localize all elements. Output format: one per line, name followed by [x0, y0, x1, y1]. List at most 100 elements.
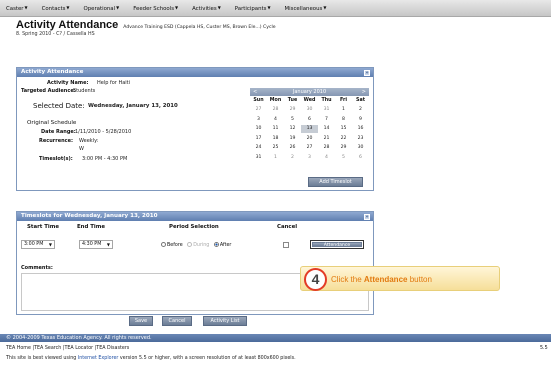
- calendar-dow: Wed: [303, 98, 316, 103]
- calendar-day[interactable]: 9: [352, 116, 369, 124]
- calendar-day[interactable]: 24: [250, 144, 267, 152]
- calendar-day[interactable]: 12: [284, 125, 301, 133]
- top-nav-bar: Caster▼ Contacts▼ Operational▼ Feeder Sc…: [0, 0, 551, 17]
- calendar-day[interactable]: 10: [250, 125, 267, 133]
- chevron-down-icon: ▼: [24, 4, 28, 10]
- radio-selected-icon: [213, 242, 219, 247]
- panel-title: Activity Attendance: [21, 69, 84, 75]
- col-end-time: End Time: [77, 224, 106, 230]
- calendar-day[interactable]: 3: [301, 154, 318, 162]
- original-schedule-label: Original Schedule: [27, 120, 77, 126]
- calendar-day[interactable]: 27: [301, 144, 318, 152]
- add-timeslot-button[interactable]: Add Timeslot: [308, 177, 363, 187]
- calendar-day[interactable]: 27: [250, 106, 267, 114]
- end-time-select[interactable]: 4:30 PM ▼: [79, 240, 113, 249]
- calendar-day[interactable]: 23: [352, 135, 369, 143]
- calendar-day[interactable]: 17: [250, 135, 267, 143]
- collapse-icon[interactable]: »: [364, 69, 370, 76]
- selected-date-value: Wednesday, January 13, 2010: [88, 103, 178, 109]
- calendar-day[interactable]: 28: [267, 106, 284, 114]
- calendar-day[interactable]: 7: [318, 116, 335, 124]
- internet-explorer-link[interactable]: Internet Explorer: [78, 356, 119, 361]
- calendar-day[interactable]: 8: [335, 116, 352, 124]
- calendar-day[interactable]: 18: [267, 135, 284, 143]
- nav-activities[interactable]: Activities▼: [192, 5, 221, 12]
- activity-name-value: Help for Haiti: [97, 80, 131, 86]
- nav-caster[interactable]: Caster▼: [6, 5, 28, 12]
- calendar-day[interactable]: 29: [284, 106, 301, 114]
- nav-operational[interactable]: Operational▼: [83, 5, 119, 12]
- calendar-month: January 2010: [292, 89, 327, 95]
- chevron-down-icon: ▼: [116, 4, 120, 10]
- calendar-day[interactable]: 5: [335, 154, 352, 162]
- calendar-day[interactable]: 11: [267, 125, 284, 133]
- nav-participants[interactable]: Participants▼: [235, 5, 271, 12]
- calendar-day[interactable]: 3: [250, 116, 267, 124]
- calendar-day[interactable]: 25: [267, 144, 284, 152]
- period-during-radio[interactable]: During: [187, 242, 209, 248]
- chevron-down-icon: ▼: [175, 4, 179, 10]
- chevron-down-icon: ▼: [323, 4, 327, 10]
- start-time-select[interactable]: 3:00 PM ▼: [21, 240, 55, 249]
- timeslots-value: 3:00 PM - 4:30 PM: [82, 156, 128, 162]
- title-detail: Advance Training ESD (Cappela HS, Custer…: [123, 25, 276, 30]
- nav-feeder-schools[interactable]: Feeder Schools▼: [133, 5, 178, 12]
- calendar-day[interactable]: 6: [352, 154, 369, 162]
- calendar-day[interactable]: 29: [335, 144, 352, 152]
- panel-header: Activity Attendance »: [17, 68, 373, 77]
- calendar-day[interactable]: 2: [284, 154, 301, 162]
- col-start-time: Start Time: [27, 224, 60, 230]
- calendar-day[interactable]: 5: [284, 116, 301, 124]
- calendar-dow: Thu: [321, 98, 332, 103]
- calendar-day[interactable]: 15: [335, 125, 352, 133]
- calendar-day[interactable]: 16: [352, 125, 369, 133]
- recurrence-day: W: [79, 146, 84, 152]
- calendar-day[interactable]: 1: [335, 106, 352, 114]
- timeslots-label: Timeslot(s):: [39, 156, 73, 162]
- period-radio-group: Before During After: [161, 242, 231, 248]
- cancel-checkbox[interactable]: [283, 242, 289, 248]
- footer-links[interactable]: TEA Home |TEA Search |TEA Locator |TEA D…: [6, 346, 129, 351]
- calendar-dow: Fri: [340, 98, 347, 103]
- activity-list-button[interactable]: Activity List: [203, 316, 247, 326]
- chevron-down-icon: ▼: [106, 242, 110, 247]
- calendar-day[interactable]: 26: [284, 144, 301, 152]
- calendar-next-button[interactable]: >: [362, 89, 366, 95]
- calendar-day[interactable]: 14: [318, 125, 335, 133]
- calendar-dow: Sat: [356, 98, 365, 103]
- save-button[interactable]: Save: [129, 316, 153, 326]
- collapse-icon[interactable]: »: [364, 213, 370, 220]
- cancel-button[interactable]: Cancel: [162, 316, 192, 326]
- calendar-day[interactable]: 19: [284, 135, 301, 143]
- footer-bar: © 2004-2009 Texas Education Agency. All …: [0, 334, 551, 342]
- calendar-day[interactable]: 13: [301, 125, 318, 133]
- calendar-day[interactable]: 20: [301, 135, 318, 143]
- calendar: < January 2010 > Sun Mon Tue Wed Thu Fri Sat 27…: [250, 88, 369, 164]
- nav-miscellaneous[interactable]: Miscellaneous▼: [285, 5, 327, 12]
- calendar-day[interactable]: 28: [318, 144, 335, 152]
- calendar-day[interactable]: 4: [318, 154, 335, 162]
- calendar-day[interactable]: 21: [318, 135, 335, 143]
- calendar-day[interactable]: 22: [335, 135, 352, 143]
- date-range-value: 1/11/2010 - 5/28/2010: [75, 129, 132, 135]
- nav-contacts[interactable]: Contacts▼: [42, 5, 70, 12]
- calendar-day[interactable]: 30: [352, 144, 369, 152]
- calendar-day[interactable]: 2: [352, 106, 369, 114]
- comments-label: Comments:: [21, 265, 53, 271]
- activity-attendance-panel: Activity Attendance » Activity Name: Hel…: [16, 67, 374, 191]
- calendar-dow: Mon: [269, 98, 282, 103]
- calendar-day[interactable]: 4: [267, 116, 284, 124]
- calendar-day[interactable]: 31: [318, 106, 335, 114]
- activity-name-label: Activity Name:: [47, 80, 89, 86]
- timeslots-panel: Timeslots for Wednesday, January 13, 201…: [16, 211, 374, 315]
- calendar-day[interactable]: 30: [301, 106, 318, 114]
- period-after-radio[interactable]: After: [213, 242, 231, 248]
- calendar-dow: Tue: [287, 98, 298, 103]
- attendance-button[interactable]: Attendance: [312, 242, 362, 248]
- selected-date-label: Selected Date:: [33, 102, 85, 110]
- calendar-day[interactable]: 31: [250, 154, 267, 162]
- calendar-day[interactable]: 6: [301, 116, 318, 124]
- calendar-day[interactable]: 1: [267, 154, 284, 162]
- period-before-radio[interactable]: Before: [161, 242, 183, 248]
- attendance-button-frame: Attendance: [310, 240, 364, 249]
